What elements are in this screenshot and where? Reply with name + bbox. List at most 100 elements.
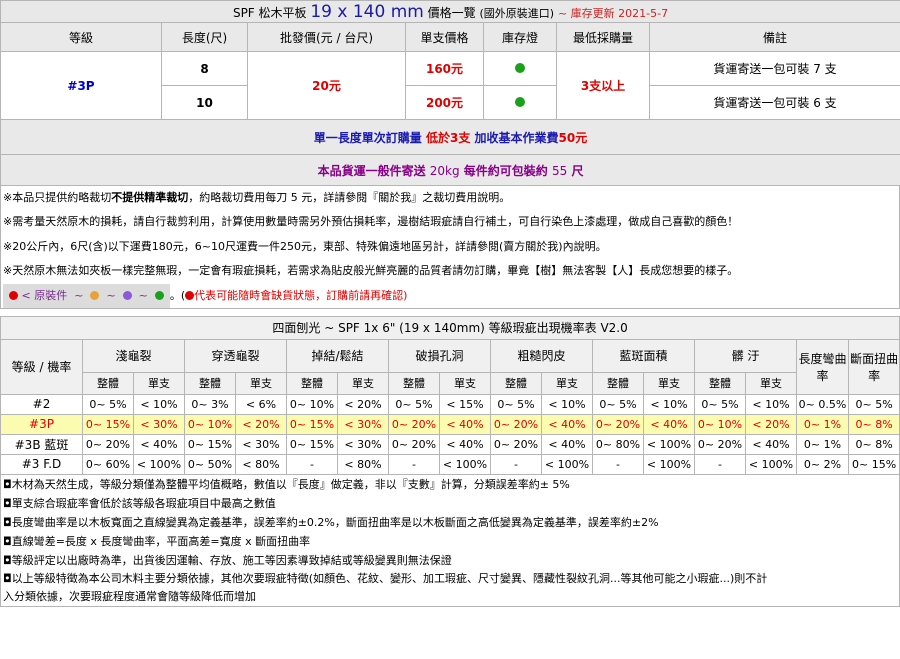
green-dot-icon bbox=[154, 291, 164, 301]
defect-cell: 0~ 15% bbox=[82, 413, 134, 435]
group-header: 粗糙閃皮 bbox=[490, 338, 593, 373]
sub-header: 整體 bbox=[82, 371, 134, 395]
extra-header: 長度彎曲率 bbox=[796, 338, 849, 395]
defect-cell: < 40% bbox=[541, 413, 593, 435]
banner-shipping: 本品貨運一般件寄送 20kg 每件約可包裝約 55 尺 bbox=[0, 154, 900, 186]
defect-cell: 0~ 8% bbox=[847, 413, 900, 435]
defect-cell: 0~ 15% bbox=[286, 413, 338, 435]
grade-label: #3B 藍斑 bbox=[0, 433, 83, 455]
wholesale-price: 20元 bbox=[247, 51, 406, 120]
grade-label: #3P bbox=[0, 413, 83, 435]
row-note: 貨運寄送一包可裝 6 支 bbox=[648, 85, 900, 120]
defect-cell: < 15% bbox=[439, 393, 491, 415]
defect-cell: 0~ 50% bbox=[184, 453, 236, 475]
defect-table: 四面刨光 ~ SPF 1x 6" (19 x 140mm) 等級瑕疵出現機率表 … bbox=[0, 315, 900, 475]
defect-cell: < 100% bbox=[133, 453, 185, 475]
sub-header: 整體 bbox=[388, 371, 440, 395]
stock-legend: < 原裝件 ~ ~ ~ 。(代表可能隨時會缺貨狀態，訂購前請再確認) bbox=[1, 283, 899, 308]
defect-cell: 0~ 2% bbox=[796, 453, 849, 475]
banner-min-order: 單一長度單次訂購量 低於3支 加收基本作業費50元 bbox=[0, 119, 900, 155]
banner-min-order-row: 單一長度單次訂購量 低於3支 加收基本作業費50元 bbox=[0, 119, 900, 155]
sub-header: 單支 bbox=[643, 371, 695, 395]
min-order: 3支以上 bbox=[556, 51, 650, 120]
defect-cell: 0~ 5% bbox=[592, 393, 644, 415]
note-line: 入分類依據，次要瑕疵程度通常會隨等級降低而增加 bbox=[3, 589, 256, 603]
note-line: ◘直線彎差=長度 x 長度彎曲率，平面高差=寬度 x 斷面扭曲率 bbox=[3, 534, 311, 548]
stock-light-icon bbox=[515, 62, 525, 73]
defect-cell: < 100% bbox=[745, 453, 797, 475]
defect-subheader-row: 整體 單支 整體 單支 整體 單支 整體 單支 整體 單支 整體 單支 整體 單支 bbox=[1, 371, 900, 395]
header-length: 長度(尺) bbox=[161, 22, 248, 52]
defect-cell: < 30% bbox=[337, 433, 389, 455]
sub-header: 單支 bbox=[337, 371, 389, 395]
grade-label: #3 F.D bbox=[0, 453, 83, 475]
note-line: ※需考量天然原木的損耗，請自行裁剪利用，計算使用數量時需另外預估損耗率，邊樹結瑕… bbox=[3, 215, 739, 229]
note-line: ◘單支綜合瑕疵率會低於該等級各瑕疵項目中最高之數值 bbox=[3, 496, 276, 510]
defect-cell: < 30% bbox=[337, 413, 389, 435]
defect-row: #3B 藍斑 0~ 20% < 40% 0~ 15% < 30% 0~ 15% < 30% 0… bbox=[0, 433, 900, 455]
defect-cell: 0~ 15% bbox=[184, 433, 236, 455]
defect-cell: < 40% bbox=[745, 433, 797, 455]
defect-row: #3P 0~ 15% < 30% 0~ 10% < 20% 0~ 15% < 30% 0~ 2… bbox=[0, 413, 900, 435]
group-header: 髒 汙 bbox=[694, 338, 797, 373]
defect-cell: < 100% bbox=[643, 453, 695, 475]
defect-cell: - bbox=[388, 453, 440, 475]
defect-cell: 0~ 60% bbox=[82, 453, 134, 475]
length-cell: 10 bbox=[161, 85, 248, 120]
defect-cell: 0~ 5% bbox=[490, 393, 542, 415]
defect-cell: - bbox=[592, 453, 644, 475]
defect-cell: < 10% bbox=[643, 393, 695, 415]
defect-cell: 0~ 5% bbox=[82, 393, 134, 415]
defect-cell: < 80% bbox=[235, 453, 287, 475]
defect-cell: 0~ 3% bbox=[184, 393, 236, 415]
defect-cell: 0~ 5% bbox=[847, 393, 900, 415]
header-min-order: 最低採購量 bbox=[556, 22, 650, 52]
defect-cell: 0~ 20% bbox=[490, 413, 542, 435]
defect-cell: - bbox=[490, 453, 542, 475]
sub-header: 單支 bbox=[541, 371, 593, 395]
header-stock: 庫存燈 bbox=[483, 22, 557, 52]
defect-cell: 0~ 1% bbox=[796, 433, 849, 455]
red-dot-icon bbox=[185, 291, 195, 301]
red-dot-icon bbox=[9, 291, 18, 301]
unit-price: 160元 bbox=[405, 51, 484, 86]
defect-cell: < 10% bbox=[133, 393, 185, 415]
group-header: 穿透龜裂 bbox=[184, 338, 287, 373]
defect-cell: 0~ 0.5% bbox=[796, 393, 849, 415]
update-date: ~ 庫存更新 2021-5-7 bbox=[557, 6, 669, 20]
group-header: 掉結/鬆結 bbox=[286, 338, 389, 373]
header-grade: 等級 bbox=[0, 22, 162, 52]
defect-cell: < 40% bbox=[541, 433, 593, 455]
price-header-row: 等級 長度(尺) 批發價(元 / 台尺) 單支價格 庫存燈 最低採購量 備註 bbox=[0, 22, 900, 52]
defect-cell: < 30% bbox=[235, 433, 287, 455]
defect-body: #2 0~ 5% < 10% 0~ 3% < 6% 0~ 10% < 20% 0~ 5% < 1… bbox=[0, 393, 900, 475]
defect-cell: < 20% bbox=[745, 413, 797, 435]
defect-cell: 0~ 5% bbox=[694, 393, 746, 415]
header-note: 備註 bbox=[648, 22, 900, 52]
grade-label: #2 bbox=[0, 393, 83, 415]
banner-shipping-row: 本品貨運一般件寄送 20kg 每件約可包裝約 55 尺 bbox=[0, 154, 900, 186]
notes-bottom: ◘木材為天然生成，等級分類僅為整體平均值概略，數值以『長度』做定義，非以『支數』… bbox=[0, 474, 900, 607]
purple-dot-icon bbox=[122, 291, 132, 301]
defect-cell: 0~ 10% bbox=[184, 413, 236, 435]
notes-top: ※本品只提供約略裁切不提供精準裁切，約略裁切費用每刀 5 元，詳請參閱『關於我』… bbox=[0, 186, 900, 309]
header-unit-price: 單支價格 bbox=[405, 22, 484, 52]
sub-header: 整體 bbox=[286, 371, 338, 395]
defect-cell: < 80% bbox=[337, 453, 389, 475]
defect-cell: 0~ 80% bbox=[592, 433, 644, 455]
sub-header: 單支 bbox=[745, 371, 797, 395]
defect-cell: < 40% bbox=[439, 433, 491, 455]
extra-header: 斷面扭曲率 bbox=[847, 338, 900, 395]
sub-header: 整體 bbox=[694, 371, 746, 395]
defect-table-title: 四面刨光 ~ SPF 1x 6" (19 x 140mm) 等級瑕疵出現機率表 … bbox=[0, 315, 900, 340]
sub-header: 單支 bbox=[235, 371, 287, 395]
defect-cell: < 20% bbox=[235, 413, 287, 435]
defect-cell: - bbox=[286, 453, 338, 475]
defect-cell: < 20% bbox=[337, 393, 389, 415]
sub-header: 單支 bbox=[133, 371, 185, 395]
legend-box: < 原裝件 ~ ~ ~ bbox=[3, 283, 170, 308]
defect-cell: 0~ 20% bbox=[82, 433, 134, 455]
defect-row: #3 F.D 0~ 60% < 100% 0~ 50% < 80% - < 80% - < 10… bbox=[0, 453, 900, 475]
note-line: ◘等級評定以出廠時為準，出貨後因運輸、存放、施工等因素導致掉結或等級變異則無法保… bbox=[3, 553, 452, 567]
page-title: SPF 松木平板 19 x 140 mm 價格一覽 (國外原裝進口) ~ 庫存更… bbox=[0, 0, 900, 23]
